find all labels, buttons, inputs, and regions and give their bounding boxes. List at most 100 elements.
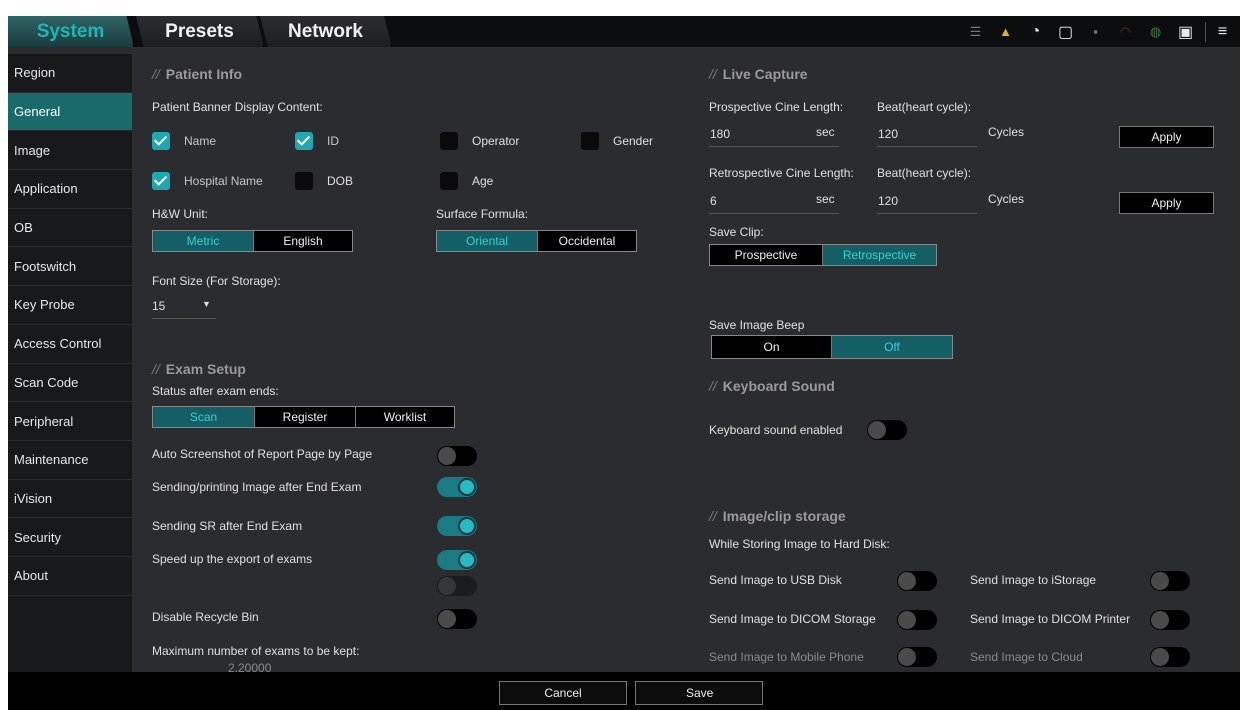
tab-system[interactable]: System <box>8 16 134 47</box>
worklist-option[interactable]: Worklist <box>356 407 454 427</box>
dob-checkbox[interactable]: DOB <box>295 172 353 190</box>
save-image-beep-label: Save Image Beep <box>709 318 805 332</box>
toggle-knob <box>868 421 886 439</box>
toggle-knob <box>458 478 476 496</box>
font-size-dropdown[interactable]: 15 ▼ <box>152 299 216 319</box>
scan-option[interactable]: Scan <box>153 407 255 427</box>
tab-network[interactable]: Network <box>260 16 392 47</box>
sidebar-item-footswitch[interactable]: Footswitch <box>8 247 132 287</box>
name-checkbox[interactable]: Name <box>152 132 216 150</box>
sidebar-item-maintenance[interactable]: Maintenance <box>8 441 132 480</box>
keyboard-sound-label: Keyboard sound enabled <box>709 423 843 437</box>
warning-icon[interactable]: ▲ <box>992 22 1019 42</box>
cancel-button[interactable]: Cancel <box>499 681 627 705</box>
disable-recycle-toggle[interactable] <box>437 609 477 629</box>
live-capture-title: //Live Capture <box>709 66 808 82</box>
sending-printing-toggle[interactable] <box>437 477 477 497</box>
auto-screenshot-label: Auto Screenshot of Report Page by Page <box>152 447 373 461</box>
sidebar-item-region[interactable]: Region <box>8 54 132 93</box>
prospective-cine-value: 180 <box>710 127 731 141</box>
patient-info-title: //Patient Info <box>152 66 243 82</box>
dropdown-arrow-icon: ▼ <box>202 299 211 309</box>
sec-unit: sec <box>816 192 835 206</box>
sidebar-item-peripheral[interactable]: Peripheral <box>8 402 132 441</box>
sidebar-item-image[interactable]: Image <box>8 131 132 171</box>
age-checkbox[interactable]: Age <box>440 172 493 190</box>
divider <box>1205 21 1206 42</box>
speed-export-toggle[interactable] <box>437 550 477 570</box>
cloud-toggle[interactable] <box>1150 647 1190 667</box>
globe-icon[interactable]: ◍ <box>1142 22 1169 42</box>
settings-screen: System Presets Network ☰ ▲ ◔ ▢ ▪ ◠ ◍ ▣ ≡… <box>8 16 1240 710</box>
retro-beat-input[interactable]: 120 <box>877 194 977 214</box>
toggle-knob <box>898 572 916 590</box>
sidebar-item-general[interactable]: General <box>8 92 132 132</box>
font-size-label: Font Size (For Storage): <box>152 274 281 288</box>
dicom-printer-toggle[interactable] <box>1150 610 1190 630</box>
istorage-label: Send Image to iStorage <box>970 573 1097 587</box>
storage-icon[interactable]: ▣ <box>1172 22 1199 42</box>
sidebar-item-key-probe[interactable]: Key Probe <box>8 286 132 325</box>
metric-option[interactable]: Metric <box>153 231 254 251</box>
section-title-text: Image/clip storage <box>722 508 846 524</box>
prospective-option[interactable]: Prospective <box>710 245 823 265</box>
prospective-beat-value: 120 <box>878 127 899 141</box>
prospective-beat-input[interactable]: 120 <box>877 127 977 147</box>
checkbox-icon <box>581 132 599 150</box>
retrospective-cine-label: Retrospective Cine Length: <box>709 166 854 180</box>
beep-on-option[interactable]: On <box>712 336 832 358</box>
menu-lines-icon[interactable]: ☰ <box>962 22 989 42</box>
keyboard-sound-title: //Keyboard Sound <box>709 378 835 394</box>
toggle-knob <box>1151 648 1169 666</box>
retrospective-cine-value: 6 <box>710 194 717 208</box>
wifi-icon[interactable]: ◠ <box>1112 22 1139 42</box>
sidebar-item-ivision[interactable]: iVision <box>8 480 132 519</box>
sidebar-item-access-control[interactable]: Access Control <box>8 325 132 364</box>
sending-sr-toggle[interactable] <box>437 516 477 536</box>
apply-retrospective-button[interactable]: Apply <box>1119 192 1214 214</box>
beat-label: Beat(heart cycle): <box>877 100 972 114</box>
retro-beat-label: Beat(heart cycle): <box>877 166 972 180</box>
auto-screenshot-toggle[interactable] <box>437 446 477 466</box>
dob-label: DOB <box>327 174 354 188</box>
dicom-storage-toggle[interactable] <box>897 610 937 630</box>
toggle-knob <box>898 611 916 629</box>
retrospective-option[interactable]: Retrospective <box>823 245 936 265</box>
english-option[interactable]: English <box>254 231 352 251</box>
hospital-name-label: Hospital Name <box>184 174 263 188</box>
operator-checkbox[interactable]: Operator <box>440 132 519 150</box>
keyboard-sound-toggle[interactable] <box>867 420 907 440</box>
retro-beat-value: 120 <box>878 194 899 208</box>
occidental-option[interactable]: Occidental <box>538 231 636 251</box>
list-icon[interactable]: ≡ <box>1209 22 1236 42</box>
register-option[interactable]: Register <box>255 407 356 427</box>
istorage-toggle[interactable] <box>1150 571 1190 591</box>
id-checkbox[interactable]: ID <box>295 132 339 150</box>
check-icon <box>152 132 170 150</box>
tab-presets[interactable]: Presets <box>136 16 264 47</box>
status-icons: ☰ ▲ ◔ ▢ ▪ ◠ ◍ ▣ ≡ <box>959 16 1236 47</box>
usb-toggle[interactable] <box>897 571 937 591</box>
sidebar-item-security[interactable]: Security <box>8 518 132 557</box>
save-button[interactable]: Save <box>635 681 763 705</box>
toggle-knob <box>1151 572 1169 590</box>
beep-off-option[interactable]: Off <box>832 336 952 358</box>
name-label: Name <box>184 134 217 148</box>
apply-prospective-button[interactable]: Apply <box>1119 126 1214 148</box>
speed-export-label: Speed up the export of exams <box>152 552 313 566</box>
sending-sr-label: Sending SR after End Exam <box>152 519 303 533</box>
hospital-name-checkbox[interactable]: Hospital Name <box>152 172 263 190</box>
sidebar-item-about[interactable]: About <box>8 557 132 596</box>
sidebar-item-scan-code[interactable]: Scan Code <box>8 364 132 403</box>
section-title-text: Exam Setup <box>165 361 246 377</box>
network-icon[interactable]: ▪ <box>1082 22 1109 42</box>
disc-icon[interactable]: ◔ <box>1022 22 1049 42</box>
section-title-text: Keyboard Sound <box>722 378 835 394</box>
mobile-toggle[interactable] <box>897 647 937 667</box>
sidebar-item-application[interactable]: Application <box>8 170 132 209</box>
gender-checkbox[interactable]: Gender <box>581 132 653 150</box>
sidebar-item-ob[interactable]: OB <box>8 209 132 248</box>
storage-title: //Image/clip storage <box>709 508 846 524</box>
mouse-icon[interactable]: ▢ <box>1052 22 1079 42</box>
oriental-option[interactable]: Oriental <box>437 231 538 251</box>
